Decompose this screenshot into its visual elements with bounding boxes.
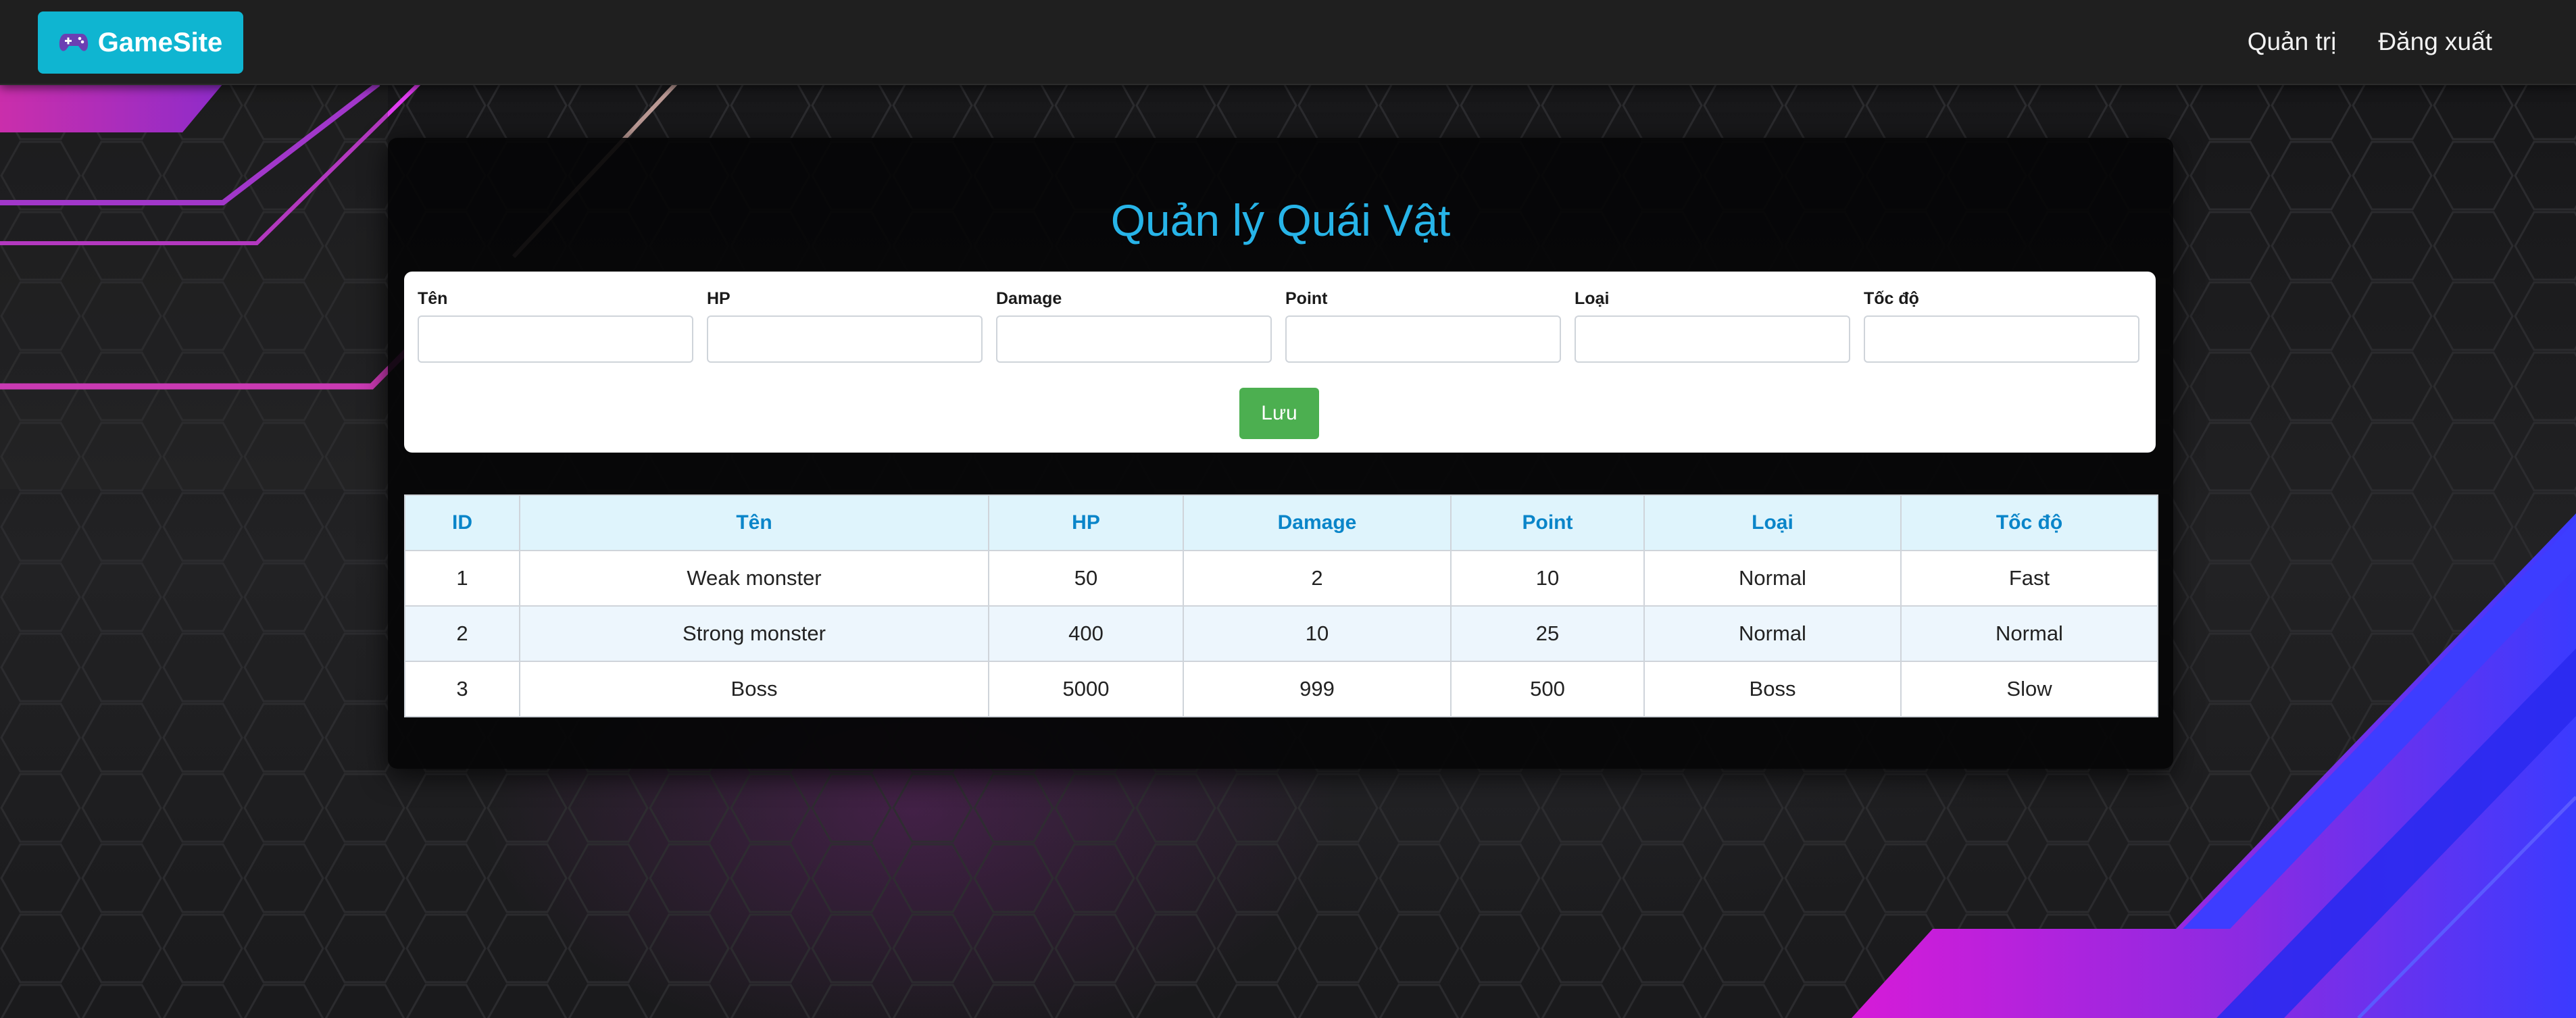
field-point: Point	[1285, 289, 1561, 363]
cell-damage: 10	[1183, 605, 1452, 662]
page-title: Quản lý Quái Vật	[1110, 195, 1451, 245]
field-speed: Tốc độ	[1864, 289, 2139, 363]
cell-speed: Slow	[1900, 661, 2158, 717]
nav-link-logout[interactable]: Đăng xuất	[2378, 28, 2492, 56]
table-row[interactable]: 1 Weak monster 50 2 10 Normal Fast	[404, 550, 2158, 607]
cell-id: 2	[404, 605, 520, 662]
point-input[interactable]	[1285, 315, 1561, 363]
column-header-hp[interactable]: HP	[988, 494, 1184, 551]
cell-name: Weak monster	[519, 550, 989, 607]
field-label-point: Point	[1285, 289, 1328, 308]
hp-input[interactable]	[707, 315, 983, 363]
top-navbar: GameSite Quản trị Đăng xuất	[0, 0, 2576, 85]
cell-name: Strong monster	[519, 605, 989, 662]
monster-management-panel: Quản lý Quái Vật Tên HP Damage Point Loạ…	[388, 138, 2173, 769]
column-header-point[interactable]: Point	[1450, 494, 1645, 551]
speed-input[interactable]	[1864, 315, 2139, 363]
table-row[interactable]: 3 Boss 5000 999 500 Boss Slow	[404, 661, 2158, 717]
cell-point: 500	[1450, 661, 1645, 717]
column-header-damage[interactable]: Damage	[1183, 494, 1452, 551]
cell-type: Normal	[1643, 605, 1902, 662]
nav-link-admin[interactable]: Quản trị	[2248, 28, 2337, 56]
cell-type: Boss	[1643, 661, 1902, 717]
cell-id: 1	[404, 550, 520, 607]
name-input[interactable]	[418, 315, 693, 363]
cell-hp: 400	[988, 605, 1184, 662]
column-header-type[interactable]: Loại	[1643, 494, 1902, 551]
cell-damage: 999	[1183, 661, 1452, 717]
cell-name: Boss	[519, 661, 989, 717]
brand-logo-button[interactable]: GameSite	[38, 11, 243, 74]
cell-hp: 5000	[988, 661, 1184, 717]
field-label-damage: Damage	[996, 289, 1062, 308]
field-type: Loại	[1575, 289, 1850, 363]
cell-type: Normal	[1643, 550, 1902, 607]
monster-form: Tên HP Damage Point Loại Tốc độ Lưu	[404, 272, 2156, 453]
cell-speed: Normal	[1900, 605, 2158, 662]
brand-name: GameSite	[97, 27, 223, 57]
cell-damage: 2	[1183, 550, 1452, 607]
field-label-name: Tên	[418, 289, 448, 308]
field-label-speed: Tốc độ	[1864, 289, 1919, 308]
table-row[interactable]: 2 Strong monster 400 10 25 Normal Normal	[404, 605, 2158, 662]
field-damage: Damage	[996, 289, 1272, 363]
gamepad-icon	[59, 32, 89, 53]
field-name: Tên	[418, 289, 693, 363]
cell-id: 3	[404, 661, 520, 717]
monster-table: ID Tên HP Damage Point Loại Tốc độ 1 Wea…	[404, 494, 2158, 717]
column-header-speed[interactable]: Tốc độ	[1900, 494, 2158, 551]
damage-input[interactable]	[996, 315, 1272, 363]
field-hp: HP	[707, 289, 983, 363]
field-label-type: Loại	[1575, 289, 1610, 308]
cell-hp: 50	[988, 550, 1184, 607]
cell-point: 10	[1450, 550, 1645, 607]
field-label-hp: HP	[707, 289, 730, 308]
cell-speed: Fast	[1900, 550, 2158, 607]
table-header-row: ID Tên HP Damage Point Loại Tốc độ	[404, 494, 2158, 551]
column-header-name[interactable]: Tên	[519, 494, 989, 551]
column-header-id[interactable]: ID	[404, 494, 520, 551]
save-button[interactable]: Lưu	[1239, 388, 1319, 439]
type-input[interactable]	[1575, 315, 1850, 363]
nav-links: Quản trị Đăng xuất	[2248, 0, 2492, 84]
cell-point: 25	[1450, 605, 1645, 662]
